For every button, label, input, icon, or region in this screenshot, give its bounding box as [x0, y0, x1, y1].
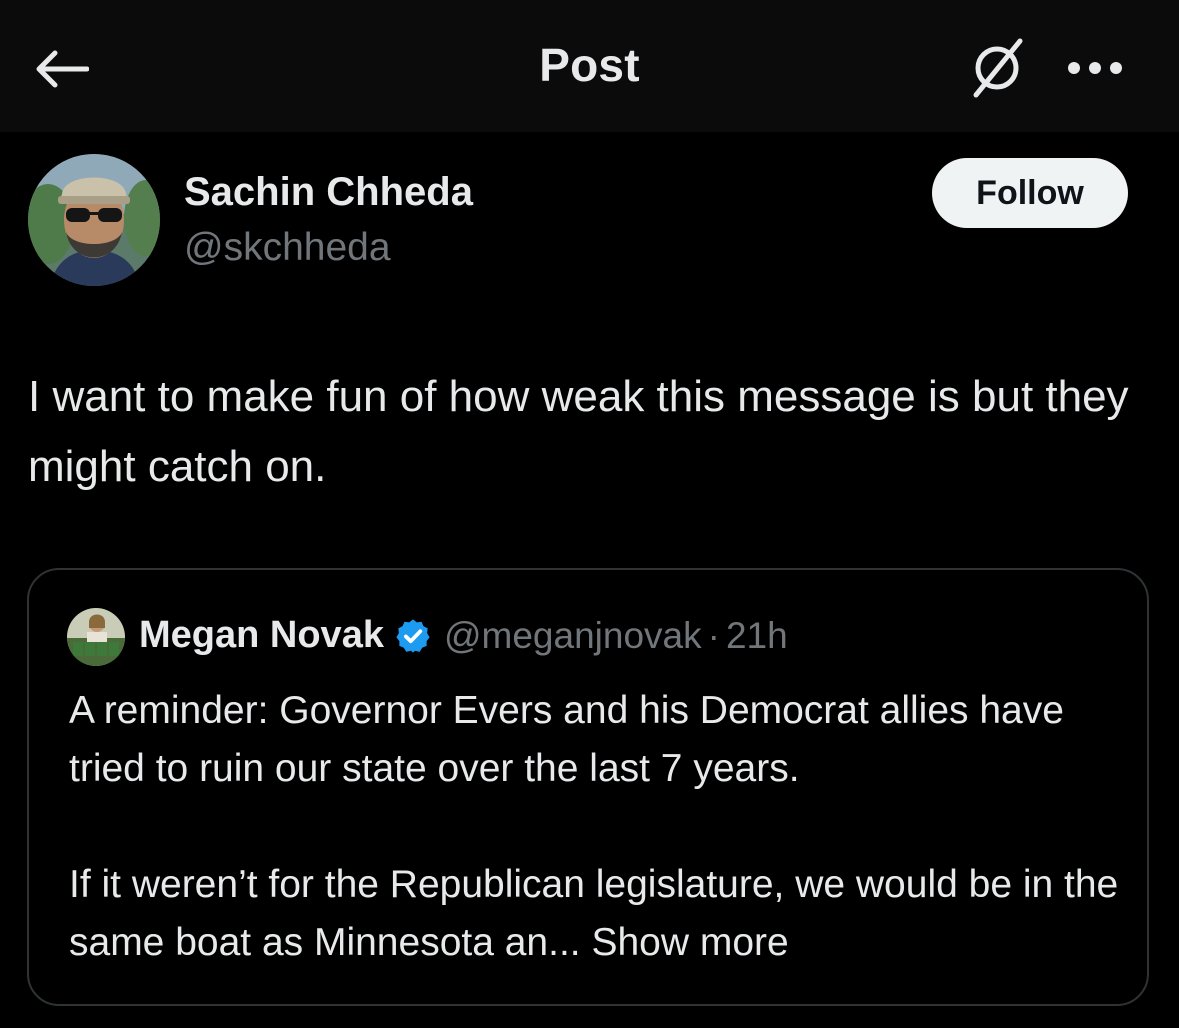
- post-text: I want to make fun of how weak this mess…: [28, 372, 1129, 491]
- quote-avatar-photo: [67, 608, 125, 666]
- quote-header: Megan Novak @meganjnovak · 21h: [139, 614, 788, 657]
- quote-author-handle[interactable]: @meganjnovak: [444, 615, 702, 657]
- quote-timestamp[interactable]: 21h: [726, 615, 788, 657]
- author-name[interactable]: Sachin Chheda: [184, 170, 473, 215]
- quote-paragraph-1: A reminder: Governor Evers and his Democ…: [69, 689, 1064, 790]
- more-horizontal-icon: [1068, 62, 1122, 74]
- follow-button[interactable]: Follow: [932, 158, 1128, 228]
- verified-badge-icon: [394, 617, 432, 655]
- quote-author-name[interactable]: Megan Novak: [139, 614, 384, 657]
- quote-separator: ·: [707, 614, 720, 656]
- show-more-link[interactable]: Show more: [591, 921, 788, 964]
- more-options-button[interactable]: [1060, 44, 1130, 92]
- grok-icon: [973, 38, 1023, 98]
- quote-paragraph-2: If it weren’t for the Republican legisla…: [69, 856, 1129, 972]
- quoted-post-card[interactable]: Megan Novak @meganjnovak · 21h A reminde…: [27, 568, 1149, 1006]
- author-avatar[interactable]: [28, 154, 160, 286]
- quote-author-avatar[interactable]: [67, 608, 125, 666]
- grok-button[interactable]: [958, 32, 1036, 104]
- avatar-photo: [28, 154, 160, 286]
- top-bar: Post: [0, 0, 1179, 132]
- author-handle[interactable]: @skchheda: [184, 226, 391, 270]
